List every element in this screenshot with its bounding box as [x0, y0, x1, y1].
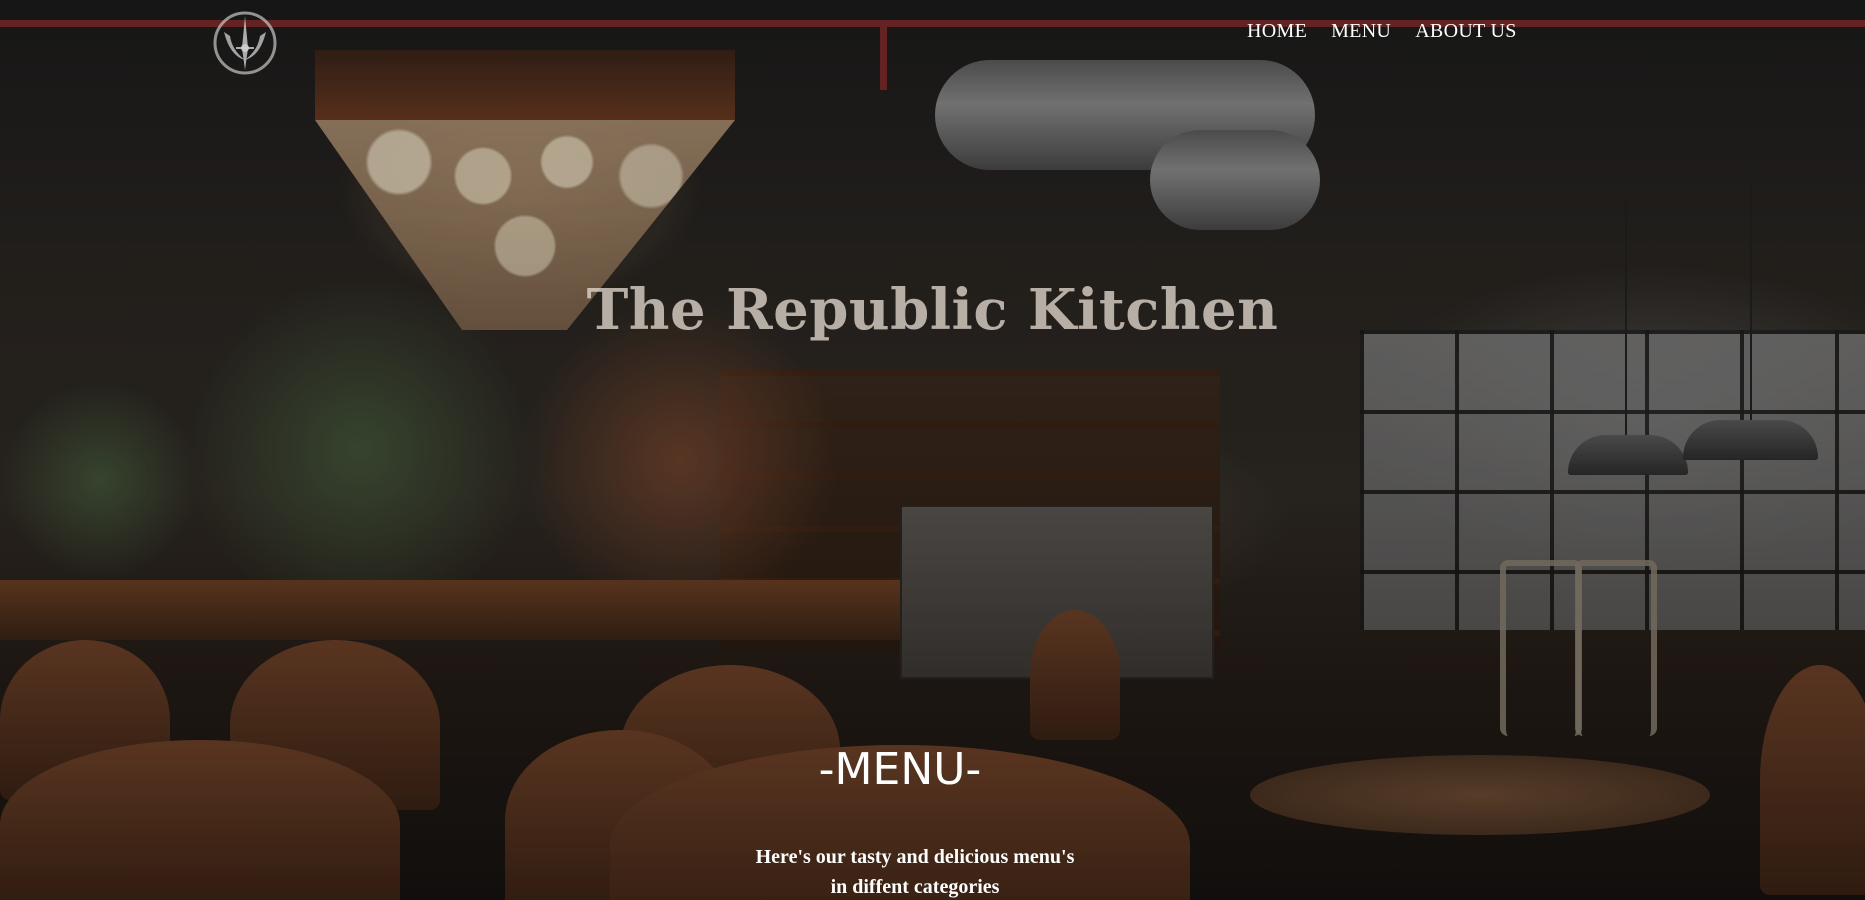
menu-description-line-1: Here's our tasty and delicious menu's: [755, 846, 1075, 868]
menu-section-heading: -MENU-: [818, 744, 982, 795]
menu-description-line-2: in diffent categories: [830, 876, 1000, 898]
hero-title: The Republic Kitchen: [586, 277, 1279, 343]
menu-section-description: Here's our tasty and delicious menu's in…: [0, 842, 1830, 900]
nav-menu-link[interactable]: MENU: [1331, 18, 1391, 44]
top-navigation: HOME MENU ABOUT US: [1247, 18, 1517, 44]
nav-about-us-link[interactable]: ABOUT US: [1415, 18, 1517, 44]
hero-section: HOME MENU ABOUT US The Republic Kitchen …: [0, 0, 1865, 900]
starbird-emblem-icon[interactable]: [210, 8, 280, 78]
nav-home-link[interactable]: HOME: [1247, 18, 1307, 44]
